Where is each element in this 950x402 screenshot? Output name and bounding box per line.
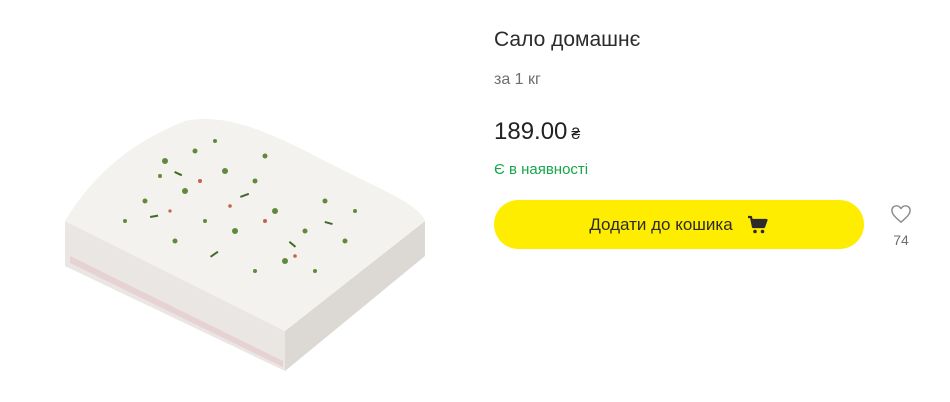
- currency-symbol: ₴: [571, 126, 581, 143]
- wishlist-count: 74: [893, 232, 909, 248]
- add-to-cart-button[interactable]: Додати до кошика: [494, 200, 864, 249]
- price-value: 189.00: [494, 118, 568, 145]
- salo-image: [65, 119, 425, 371]
- add-to-cart-label: Додати до кошика: [589, 214, 733, 234]
- product-info: Сало домашнє за 1 кг 189.00 ₴ Є в наявнос…: [494, 0, 934, 402]
- cart-icon: [747, 215, 769, 235]
- wishlist-button[interactable]: 74: [886, 204, 916, 248]
- product-title: Сало домашнє: [494, 28, 641, 51]
- heart-icon: [890, 204, 912, 229]
- product-image[interactable]: [0, 0, 470, 402]
- product-price: 189.00 ₴: [494, 118, 580, 146]
- product-unit: за 1 кг: [494, 71, 541, 88]
- availability-status: Є в наявності: [494, 161, 589, 178]
